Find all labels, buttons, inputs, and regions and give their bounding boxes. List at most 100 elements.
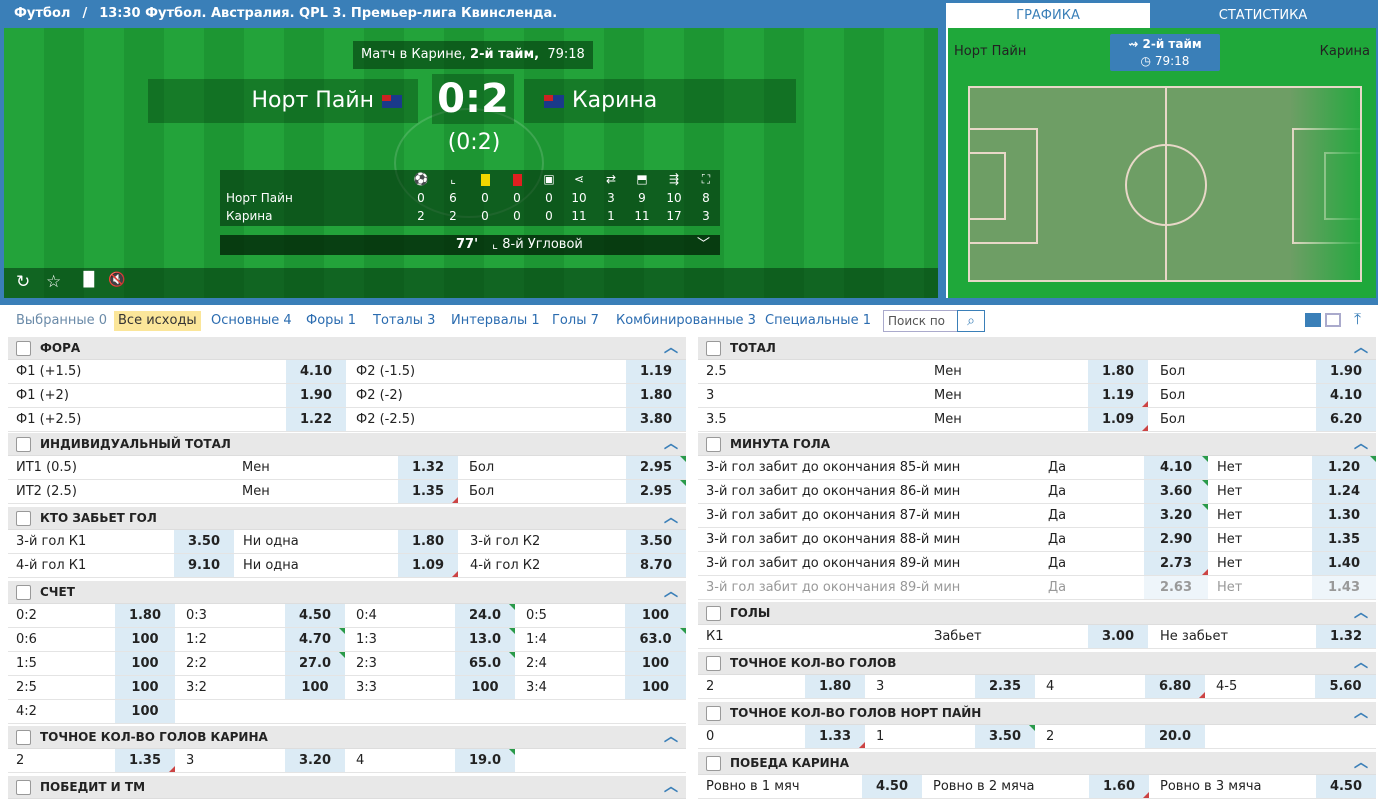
odds-cell[interactable]: 2.73 xyxy=(1144,552,1208,575)
odds-cell[interactable]: 4.50 xyxy=(1316,775,1376,798)
tab-special[interactable]: Специальные 1 xyxy=(761,311,875,331)
refresh-icon[interactable]: ↻ xyxy=(16,272,30,292)
odds-cell[interactable]: 19.0 xyxy=(455,749,515,772)
chevron-up-icon[interactable]: ︿ xyxy=(664,581,678,604)
checkbox[interactable] xyxy=(706,606,721,621)
odds-cell[interactable]: 9.10 xyxy=(174,554,234,577)
odds-cell[interactable]: 6.20 xyxy=(1316,408,1376,431)
odds-cell[interactable]: 4.50 xyxy=(862,775,922,798)
two-column-view-icon[interactable] xyxy=(1305,313,1321,327)
checkbox[interactable] xyxy=(706,437,721,452)
chevron-up-icon[interactable]: ︿ xyxy=(1354,702,1368,725)
checkbox[interactable] xyxy=(16,585,31,600)
odds-cell[interactable]: 2.35 xyxy=(975,675,1035,698)
chevron-up-icon[interactable]: ︿ xyxy=(1354,652,1368,675)
odds-cell[interactable]: 1.80 xyxy=(805,675,865,698)
tab-graphics[interactable]: ГРАФИКА xyxy=(946,3,1150,28)
odds-cell[interactable]: 100 xyxy=(115,652,175,675)
checkbox[interactable] xyxy=(16,511,31,526)
odds-cell[interactable]: 3.20 xyxy=(1144,504,1208,527)
checkbox[interactable] xyxy=(16,730,31,745)
odds-cell[interactable]: 100 xyxy=(455,676,515,699)
chevron-up-icon[interactable]: ︿ xyxy=(1354,752,1368,775)
checkbox[interactable] xyxy=(16,341,31,356)
chevron-up-icon[interactable]: ︿ xyxy=(1354,433,1368,456)
odds-cell[interactable]: 1.80 xyxy=(115,604,175,627)
odds-cell[interactable]: 100 xyxy=(115,700,175,723)
odds-cell[interactable]: 1.33 xyxy=(805,725,865,748)
odds-cell[interactable]: 4.10 xyxy=(1144,456,1208,479)
odds-cell[interactable]: 1.09 xyxy=(1088,408,1148,431)
breadcrumb-sport[interactable]: Футбол xyxy=(14,6,70,21)
odds-cell[interactable]: 20.0 xyxy=(1145,725,1205,748)
tab-selected[interactable]: Выбранные 0 xyxy=(12,311,111,331)
odds-cell[interactable]: 1.80 xyxy=(1088,360,1148,383)
chevron-up-icon[interactable]: ︿ xyxy=(1354,337,1368,360)
stats-chart-icon[interactable]: ▐▌ xyxy=(78,272,100,288)
odds-cell[interactable]: 100 xyxy=(625,676,686,699)
odds-cell[interactable]: 100 xyxy=(625,604,686,627)
chevron-up-icon[interactable]: ︿ xyxy=(1354,602,1368,625)
tab-all[interactable]: Все исходы xyxy=(114,311,201,331)
odds-cell[interactable]: 1.35 xyxy=(1312,528,1376,551)
collapse-all-icon[interactable]: ⤒ xyxy=(1354,309,1361,329)
checkbox[interactable] xyxy=(16,780,31,795)
odds-cell[interactable]: 1.90 xyxy=(1316,360,1376,383)
star-icon[interactable]: ☆ xyxy=(46,272,61,292)
checkbox[interactable] xyxy=(706,706,721,721)
odds-cell[interactable]: 1.35 xyxy=(115,749,175,772)
odds-cell[interactable]: 6.80 xyxy=(1145,675,1205,698)
tab-intervals[interactable]: Интервалы 1 xyxy=(447,311,544,331)
chevron-up-icon[interactable]: ︿ xyxy=(664,337,678,360)
odds-cell[interactable]: 3.50 xyxy=(975,725,1035,748)
odds-cell[interactable]: 3.50 xyxy=(174,530,234,553)
odds-cell[interactable]: 63.0 xyxy=(625,628,686,651)
chevron-up-icon[interactable]: ︿ xyxy=(664,433,678,456)
odds-cell[interactable]: 1.20 xyxy=(1312,456,1376,479)
odds-cell[interactable]: 2.95 xyxy=(626,480,686,503)
odds-cell[interactable]: 4.10 xyxy=(1316,384,1376,407)
odds-cell[interactable]: 1.90 xyxy=(286,384,346,407)
chevron-up-icon[interactable]: ︿ xyxy=(664,507,678,530)
odds-cell[interactable]: 1.09 xyxy=(398,554,458,577)
odds-cell[interactable]: 100 xyxy=(115,676,175,699)
odds-cell[interactable]: 8.70 xyxy=(626,554,686,577)
checkbox[interactable] xyxy=(706,656,721,671)
odds-cell[interactable]: 1.19 xyxy=(626,360,686,383)
odds-cell[interactable]: 3.50 xyxy=(626,530,686,553)
odds-cell[interactable]: 1.60 xyxy=(1089,775,1149,798)
chevron-down-icon[interactable]: ﹀ xyxy=(697,235,710,255)
odds-cell[interactable]: 100 xyxy=(115,628,175,651)
odds-cell[interactable]: 100 xyxy=(625,652,686,675)
odds-cell[interactable]: 1.32 xyxy=(398,456,458,479)
odds-cell[interactable]: 1.35 xyxy=(398,480,458,503)
mute-icon[interactable]: 🔇 xyxy=(108,272,125,288)
odds-cell[interactable]: 13.0 xyxy=(455,628,515,651)
chevron-up-icon[interactable]: ︿ xyxy=(664,776,678,799)
odds-cell[interactable]: 2.90 xyxy=(1144,528,1208,551)
last-event[interactable]: 77' ⌞ 8-й Угловой ﹀ xyxy=(220,235,720,255)
checkbox[interactable] xyxy=(706,341,721,356)
checkbox[interactable] xyxy=(16,437,31,452)
search-input[interactable]: Поиск по ⌕ xyxy=(883,310,985,332)
odds-cell[interactable]: 4.50 xyxy=(285,604,345,627)
odds-cell[interactable]: 3.60 xyxy=(1144,480,1208,503)
odds-cell[interactable]: 5.60 xyxy=(1315,675,1376,698)
one-column-view-icon[interactable] xyxy=(1325,313,1341,327)
odds-cell[interactable]: 4.70 xyxy=(285,628,345,651)
odds-cell[interactable]: 65.0 xyxy=(455,652,515,675)
odds-cell[interactable]: 27.0 xyxy=(285,652,345,675)
odds-cell[interactable]: 1.32 xyxy=(1316,625,1376,648)
odds-cell[interactable]: 1.24 xyxy=(1312,480,1376,503)
tab-statistics[interactable]: СТАТИСТИКА xyxy=(1150,3,1376,28)
odds-cell[interactable]: 1.19 xyxy=(1088,384,1148,407)
odds-cell[interactable]: 3.00 xyxy=(1088,625,1148,648)
tab-combined[interactable]: Комбинированные 3 xyxy=(612,311,760,331)
odds-cell[interactable]: 2.95 xyxy=(626,456,686,479)
odds-cell[interactable]: 24.0 xyxy=(455,604,515,627)
odds-cell[interactable]: 1.40 xyxy=(1312,552,1376,575)
odds-cell[interactable]: 1.30 xyxy=(1312,504,1376,527)
tab-totals[interactable]: Тоталы 3 xyxy=(369,311,439,331)
odds-cell[interactable]: 1.80 xyxy=(626,384,686,407)
tab-handicaps[interactable]: Форы 1 xyxy=(302,311,360,331)
